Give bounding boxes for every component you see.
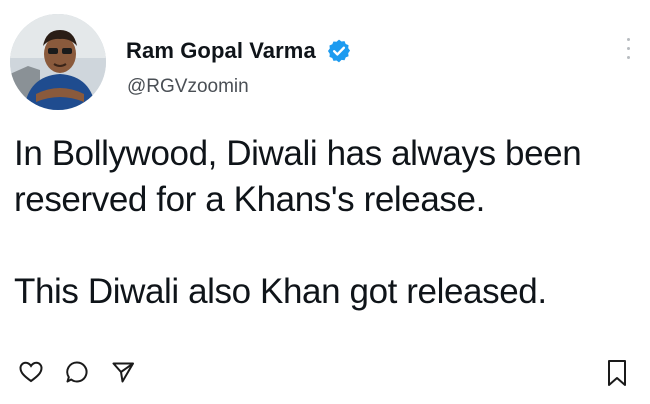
share-icon: [112, 362, 134, 383]
tweet-card: Ram Gopal Varma @RGVzoomin In Bollywood,…: [0, 0, 650, 404]
like-button[interactable]: [18, 359, 44, 385]
bookmark-button[interactable]: [604, 358, 630, 388]
avatar[interactable]: [10, 14, 106, 110]
more-options-icon[interactable]: [624, 38, 632, 66]
heart-icon: [19, 361, 43, 383]
tweet-text: In Bollywood, Diwali has always been res…: [14, 134, 582, 311]
author-name-row[interactable]: Ram Gopal Varma: [126, 36, 352, 66]
share-button[interactable]: [110, 359, 136, 385]
reply-button[interactable]: [64, 359, 90, 385]
author-display-name[interactable]: Ram Gopal Varma: [126, 38, 316, 64]
action-bar: [18, 359, 136, 385]
profile-photo: [10, 14, 106, 110]
bookmark-icon: [608, 360, 626, 386]
author-handle[interactable]: @RGVzoomin: [127, 76, 249, 98]
verified-badge-icon: [327, 39, 350, 63]
reply-icon: [66, 361, 88, 383]
